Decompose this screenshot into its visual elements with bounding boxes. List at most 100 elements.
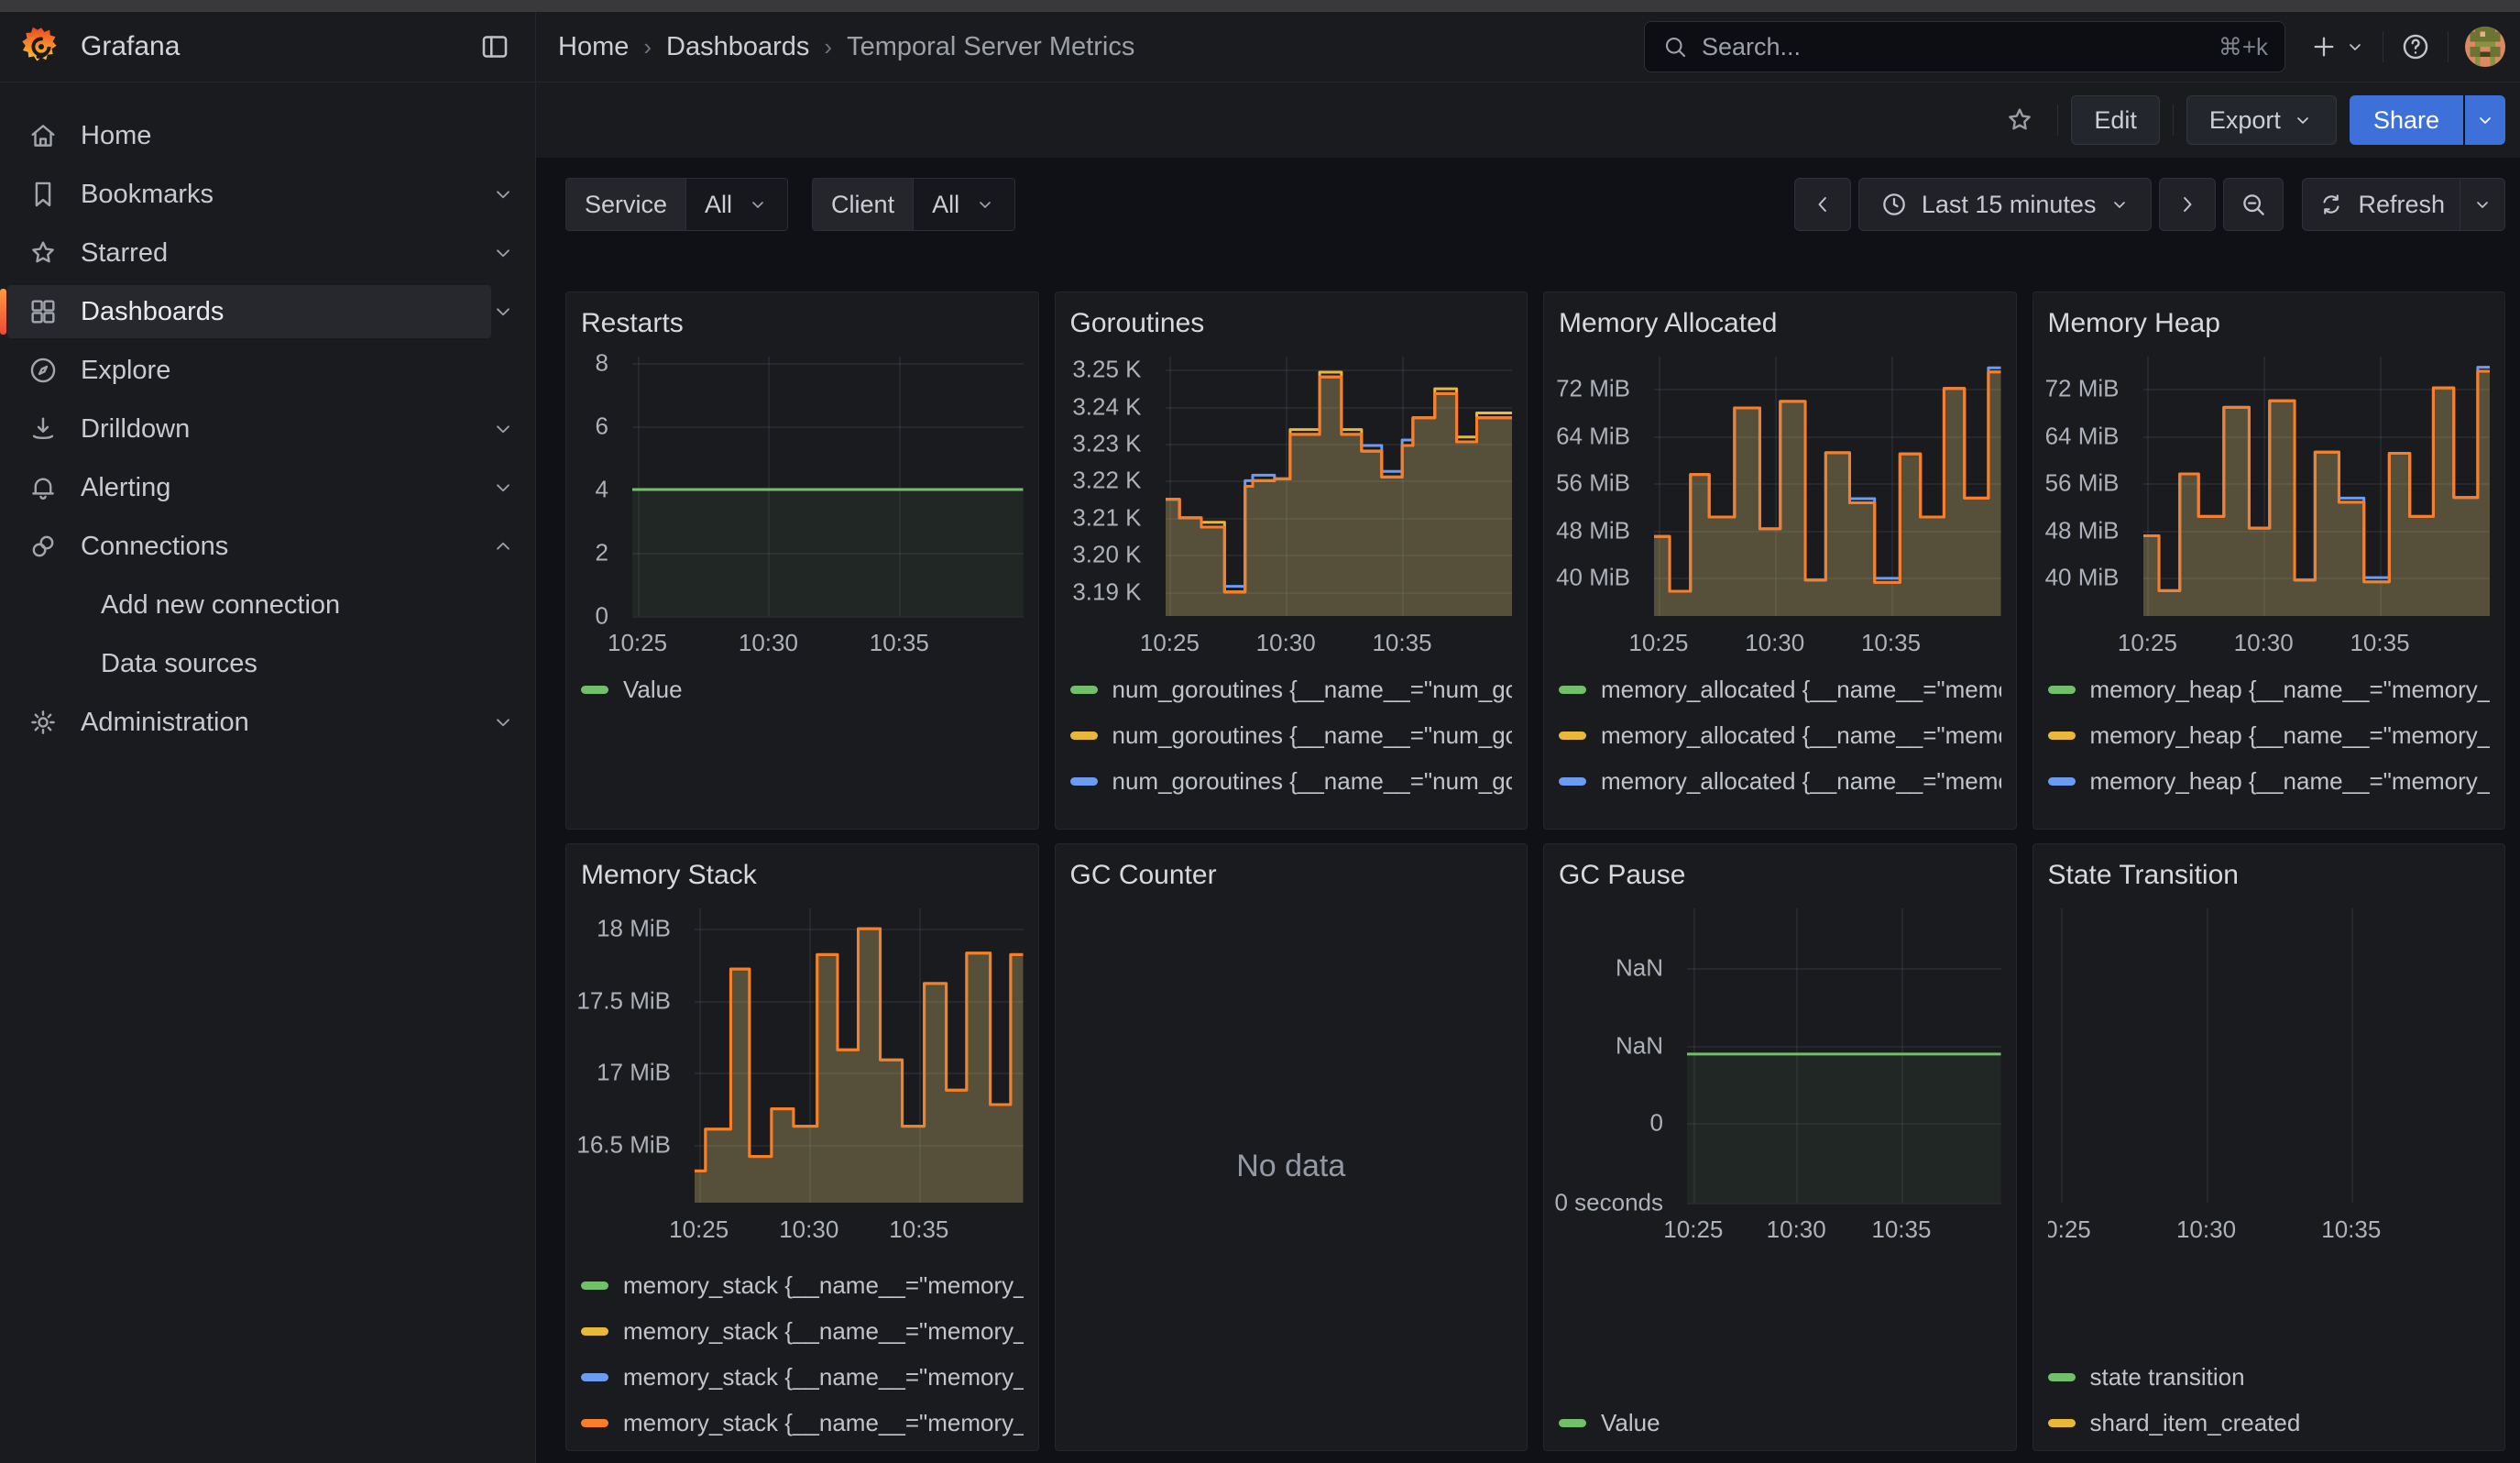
chart-svg[interactable]	[695, 908, 1024, 1203]
time-back-button[interactable]	[1794, 178, 1851, 231]
sidebar-item-home[interactable]: Home	[0, 106, 535, 165]
filter-value-dropdown[interactable]: All	[685, 179, 787, 230]
plot-area[interactable]: 86420	[581, 357, 1024, 616]
legend-item[interactable]: memory_allocated {__name__="memc	[1559, 810, 2001, 818]
chevron-down-icon[interactable]	[491, 241, 515, 265]
sidebar-item-label: Explore	[81, 356, 170, 386]
legend-series-label: shard_item_created	[2090, 1409, 2301, 1437]
chevron-up-icon[interactable]	[491, 534, 515, 558]
chevron-down-icon[interactable]	[491, 476, 515, 500]
legend-item[interactable]: memory_heap {__name__="memory_h	[2048, 719, 2491, 752]
sidebar-item-connections[interactable]: Connections	[0, 517, 535, 576]
plot-area[interactable]: 3.25 K3.24 K3.23 K3.22 K3.21 K3.20 K3.19…	[1070, 357, 1513, 616]
legend-series-marker	[2048, 1419, 2076, 1427]
legend-item[interactable]: num_goroutines {__name__="num_go	[1070, 719, 1513, 752]
brand-zone: Grafana	[0, 12, 536, 82]
chevron-down-icon[interactable]	[491, 417, 515, 441]
legend-series-label: memory_allocated {__name__="memc	[1601, 813, 2001, 819]
legend-series-marker	[1559, 1419, 1586, 1427]
edit-button[interactable]: Edit	[2071, 95, 2160, 145]
chevron-down-icon[interactable]	[491, 300, 515, 324]
panel-title[interactable]: Memory Heap	[2048, 305, 2491, 342]
legend-item[interactable]: memory_heap {__name__="memory_h	[2048, 673, 2491, 706]
panel-title[interactable]: State Transition	[2048, 857, 2491, 894]
legend-series-marker	[581, 1373, 608, 1381]
legend-item[interactable]: memory_heap {__name__="memory_h	[2048, 764, 2491, 798]
sidebar-item-explore[interactable]: Explore	[0, 341, 535, 400]
favorite-star-button[interactable]	[1995, 95, 2044, 145]
chevron-down-icon[interactable]	[491, 710, 515, 734]
panel-title[interactable]: Memory Stack	[581, 857, 1024, 894]
panel-goroutines: Goroutines 3.25 K3.24 K3.23 K3.22 K3.21 …	[1055, 292, 1528, 830]
panel-memory-stack: Memory Stack 18 MiB17.5 MiB17 MiB16.5 Mi…	[565, 843, 1039, 1451]
legend-item[interactable]: num_goroutines {__name__="num_go	[1070, 810, 1513, 818]
filter-value-dropdown[interactable]: All	[913, 179, 1014, 230]
breadcrumb-item[interactable]: Dashboards	[666, 32, 809, 62]
sidebar-item-administration[interactable]: Administration	[0, 693, 535, 752]
client-filter[interactable]: Client All	[812, 178, 1015, 231]
help-button[interactable]	[2400, 31, 2431, 62]
export-button[interactable]: Export	[2186, 95, 2337, 145]
search-box[interactable]: ⌘+k	[1644, 21, 2285, 72]
legend-item[interactable]: memory_allocated {__name__="memc	[1559, 719, 2001, 752]
legend-item[interactable]: num_goroutines {__name__="num_go	[1070, 673, 1513, 706]
legend-item[interactable]: Value	[1559, 1406, 2001, 1439]
panel-title[interactable]: Restarts	[581, 305, 1024, 342]
plot-area[interactable]: 72 MiB64 MiB56 MiB48 MiB40 MiB	[1559, 357, 2001, 616]
sidebar-item-dashboards[interactable]: Dashboards	[0, 282, 535, 341]
chart-svg[interactable]	[1654, 357, 2001, 616]
y-axis-tick: NaN	[1616, 1031, 1663, 1060]
zoom-out-button[interactable]	[2223, 178, 2284, 231]
sidebar-item-add-new-connection[interactable]: Add new connection	[0, 576, 535, 634]
panel-title[interactable]: GC Pause	[1559, 857, 2001, 894]
chart-svg[interactable]	[632, 357, 1024, 616]
legend-item[interactable]: memory_stack {__name__="memory_s	[581, 1406, 1024, 1439]
legend-item[interactable]: memory_allocated {__name__="memc	[1559, 673, 2001, 706]
legend-series-label: Value	[1601, 1409, 1660, 1437]
legend-item[interactable]: memory_allocated {__name__="memc	[1559, 764, 2001, 798]
header-actions	[2309, 27, 2505, 67]
x-axis: 10:2510:3010:35	[1559, 623, 2001, 660]
legend-item[interactable]: num_goroutines {__name__="num_go	[1070, 764, 1513, 798]
plot-area[interactable]: 18 MiB17.5 MiB17 MiB16.5 MiB	[581, 908, 1024, 1203]
add-new-button[interactable]	[2309, 32, 2366, 61]
sidebar-item-bookmarks[interactable]: Bookmarks	[0, 165, 535, 224]
share-button[interactable]: Share	[2350, 95, 2463, 145]
search-input[interactable]	[1702, 33, 2219, 61]
sidebar-toggle-icon[interactable]	[478, 30, 511, 63]
legend-item[interactable]: shard_item_created	[2048, 1406, 2491, 1439]
share-menu-button[interactable]	[2463, 95, 2505, 145]
chart-svg[interactable]	[1166, 357, 1513, 616]
plot-area[interactable]: NaNNaN00 seconds	[1559, 908, 2001, 1203]
panel-title[interactable]: Goroutines	[1070, 305, 1513, 342]
breadcrumb-item[interactable]: Home	[558, 32, 629, 62]
user-avatar[interactable]	[2465, 27, 2505, 67]
legend-item[interactable]: memory_heap {__name__="memory_h	[2048, 810, 2491, 818]
legend-item[interactable]: memory_stack {__name__="memory_s	[581, 1360, 1024, 1393]
sidebar-item-starred[interactable]: Starred	[0, 224, 535, 282]
x-axis-tick: 10:25	[2118, 629, 2177, 657]
legend-item[interactable]: memory_stack {__name__="memory_s	[581, 1314, 1024, 1348]
chart-svg[interactable]	[2143, 357, 2491, 616]
legend-item[interactable]: Value	[581, 673, 1024, 706]
template-variables: Service All Client All	[565, 178, 1015, 231]
legend-item[interactable]: memory_stack {__name__="memory_s	[581, 1269, 1024, 1302]
panel-title[interactable]: Memory Allocated	[1559, 305, 2001, 342]
refresh-interval-button[interactable]	[2460, 178, 2505, 231]
time-forward-button[interactable]	[2159, 178, 2216, 231]
time-range-picker[interactable]: Last 15 minutes	[1858, 178, 2153, 231]
plus-icon	[2309, 32, 2339, 61]
plot-area[interactable]: 72 MiB64 MiB56 MiB48 MiB40 MiB	[2048, 357, 2491, 616]
service-filter[interactable]: Service All	[565, 178, 788, 231]
plot-area[interactable]	[2048, 908, 2491, 1203]
sidebar-item-alerting[interactable]: Alerting	[0, 458, 535, 517]
legend-series-label: memory_stack {__name__="memory_s	[623, 1317, 1024, 1346]
sidebar-item-drilldown[interactable]: Drilldown	[0, 400, 535, 458]
x-axis: 10:2510:3010:35	[1070, 623, 1513, 660]
chart-svg[interactable]	[1687, 908, 2001, 1203]
sidebar-item-data-sources[interactable]: Data sources	[0, 634, 535, 693]
chevron-down-icon[interactable]	[491, 182, 515, 206]
legend-item[interactable]: state transition	[2048, 1360, 2491, 1393]
refresh-button[interactable]: Refresh	[2302, 178, 2460, 231]
panel-title[interactable]: GC Counter	[1070, 857, 1513, 894]
